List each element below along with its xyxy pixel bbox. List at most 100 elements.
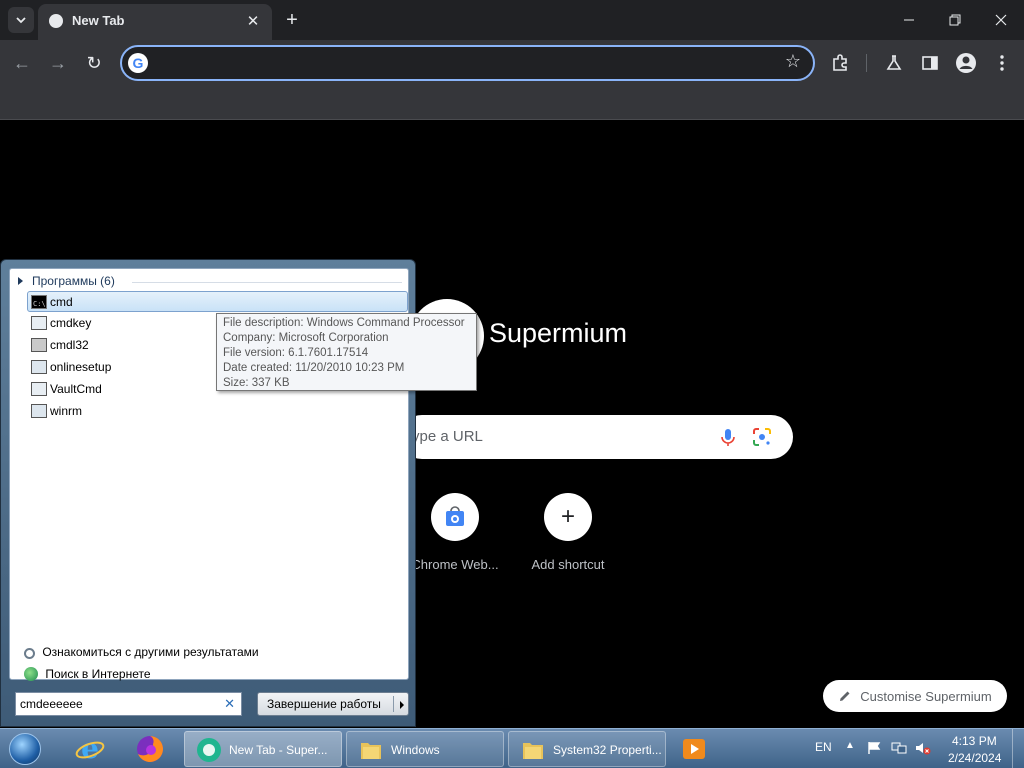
reload-icon: ↻: [86, 52, 102, 73]
show-hidden-icons-arrow-icon[interactable]: ▲: [845, 740, 855, 751]
volume-muted-icon[interactable]: [915, 741, 931, 755]
shutdown-options-arrow-icon[interactable]: [400, 701, 404, 709]
list-item-label: cmd: [50, 295, 73, 309]
customise-button[interactable]: Customise Supermium: [823, 680, 1007, 712]
restore-button[interactable]: [932, 0, 978, 40]
shutdown-label: Завершение работы: [267, 697, 381, 711]
app-gear-icon: [31, 360, 47, 374]
folder-icon: [357, 737, 385, 763]
new-tab-button[interactable]: +: [280, 8, 304, 32]
bookmarks-bar: [0, 86, 1024, 120]
windows-logo-icon: [9, 733, 41, 765]
extensions-icon[interactable]: [828, 51, 852, 75]
file-info-tooltip: File description: Windows Command Proces…: [216, 313, 477, 391]
address-bar[interactable]: G ☆: [120, 45, 815, 81]
forward-arrow-icon: →: [49, 52, 67, 73]
tooltip-line: Company: Microsoft Corporation: [223, 332, 389, 344]
new-tab-favicon-icon: [49, 14, 63, 28]
list-item-cmd[interactable]: C:\ cmd: [27, 291, 408, 312]
list-item-label: onlinesetup: [50, 360, 112, 374]
side-panel-icon[interactable]: [918, 51, 942, 75]
magnifier-icon: [24, 648, 35, 659]
taskbar-button-system32-properties[interactable]: System32 Properti...: [508, 731, 666, 767]
tab-new-tab[interactable]: New Tab ✕: [38, 4, 272, 40]
list-item-label: cmdl32: [50, 338, 89, 352]
expand-arrow-icon: [18, 277, 23, 285]
media-player-icon: [683, 739, 705, 759]
taskbar-button-label: New Tab - Super...: [229, 743, 328, 757]
back-button[interactable]: ←: [10, 51, 34, 75]
group-header-label: Программы (6): [32, 274, 115, 288]
bookmark-star-icon[interactable]: ☆: [785, 51, 801, 72]
results-group-header[interactable]: Программы (6): [18, 274, 402, 292]
app-gear-icon: [31, 404, 47, 418]
back-arrow-icon: ←: [13, 52, 31, 73]
tooltip-line: Date created: 11/20/2010 10:23 PM: [223, 362, 405, 374]
menu-kebab-icon[interactable]: [990, 51, 1014, 75]
close-window-button[interactable]: [978, 0, 1024, 40]
show-desktop-button[interactable]: [1012, 729, 1024, 768]
tooltip-line: File description: Windows Command Proces…: [223, 317, 465, 329]
taskbar-button-new-tab[interactable]: New Tab - Super...: [184, 731, 342, 767]
shutdown-button[interactable]: Завершение работы: [257, 692, 409, 716]
reload-button[interactable]: ↻: [82, 51, 106, 75]
start-button[interactable]: [4, 731, 46, 767]
folder-icon: [519, 737, 547, 763]
shortcut-label: Add shortcut: [531, 557, 605, 572]
customise-label: Customise Supermium: [860, 688, 992, 704]
clock-time[interactable]: 4:13 PM: [952, 734, 997, 748]
app-window-icon: [31, 382, 47, 396]
minimize-button[interactable]: [886, 0, 932, 40]
action-center-flag-icon[interactable]: [867, 741, 883, 755]
taskbar-button-windows[interactable]: Windows: [346, 731, 504, 767]
firefox-icon: [137, 736, 163, 762]
plus-icon: +: [544, 493, 592, 541]
pinned-internet-explorer[interactable]: e: [68, 731, 112, 767]
pinned-firefox[interactable]: [128, 731, 172, 767]
list-item-label: VaultCmd: [50, 382, 102, 396]
svg-text:C:\: C:\: [33, 300, 46, 308]
forward-button[interactable]: →: [46, 51, 70, 75]
restore-icon: [949, 14, 961, 26]
taskbar-button-label: System32 Properti...: [553, 743, 662, 757]
supermium-icon: [195, 737, 223, 763]
shutdown-divider: [393, 696, 394, 712]
search-internet-link[interactable]: Поиск в Интернете: [24, 667, 151, 681]
network-icon[interactable]: [891, 741, 907, 755]
google-icon: G: [128, 53, 148, 73]
minimize-icon: [904, 19, 914, 21]
list-item-winrm[interactable]: winrm: [28, 401, 409, 422]
start-search-input[interactable]: cmdeeeeee ✕: [15, 692, 242, 716]
close-tab-icon[interactable]: ✕: [243, 11, 263, 31]
app-window-icon: [31, 316, 47, 330]
start-search-value: cmdeeeeee: [20, 697, 83, 711]
globe-icon: [24, 667, 38, 681]
ntp-brand-title: Supermium: [489, 318, 628, 348]
microphone-icon[interactable]: [718, 427, 738, 447]
add-shortcut-button[interactable]: + Add shortcut: [512, 493, 624, 583]
chevron-down-icon: [16, 17, 26, 24]
tab-search-button[interactable]: [8, 7, 34, 33]
console-icon: C:\: [31, 295, 47, 309]
taskbar: e New Tab - Super... Windows System32 Pr…: [0, 728, 1024, 768]
ntp-search-placeholder: ype a URL: [412, 428, 483, 445]
clock-date[interactable]: 2/24/2024: [948, 751, 1001, 765]
see-more-results-link[interactable]: Ознакомиться с другими результатами: [24, 645, 259, 659]
profile-avatar-icon[interactable]: [954, 51, 978, 75]
svg-text:e: e: [81, 734, 99, 764]
labs-flask-icon[interactable]: [882, 51, 906, 75]
browser-titlebar: New Tab ✕ +: [0, 0, 1024, 40]
list-item-label: cmdkey: [50, 316, 92, 330]
group-header-divider: [132, 282, 402, 283]
tooltip-line: File version: 6.1.7601.17514: [223, 347, 369, 359]
pinned-media-player[interactable]: [672, 731, 716, 767]
chrome-web-store-icon: [431, 493, 479, 541]
search-internet-label: Поиск в Интернете: [45, 667, 151, 681]
taskbar-button-label: Windows: [391, 743, 440, 757]
ntp-search-box[interactable]: ype a URL: [400, 415, 793, 459]
clear-search-icon[interactable]: ✕: [224, 696, 235, 712]
google-lens-icon[interactable]: [752, 427, 772, 447]
language-indicator[interactable]: EN: [815, 740, 832, 754]
pencil-icon: [840, 691, 850, 701]
browser-toolbar: ← → ↻ G ☆: [0, 40, 1024, 86]
